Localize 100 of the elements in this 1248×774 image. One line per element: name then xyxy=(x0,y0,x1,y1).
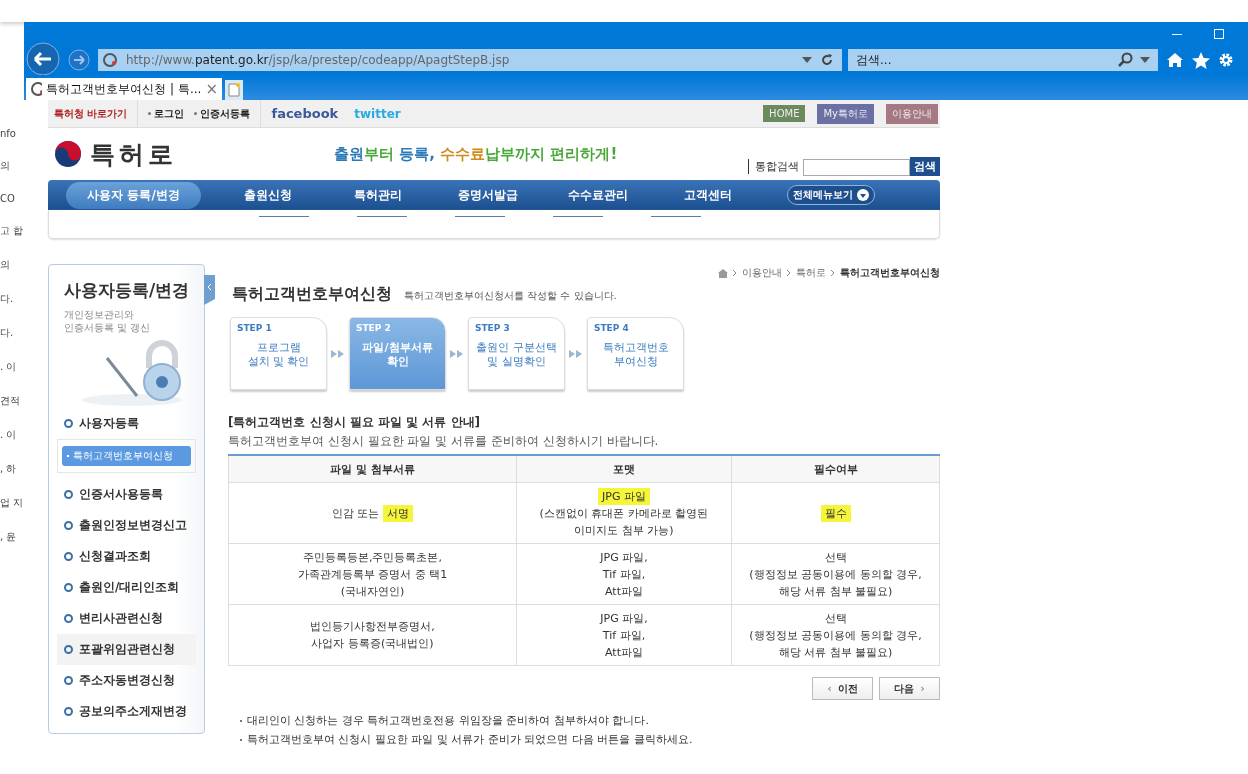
table-cell-text: (행정정보 공동이용에 동의할 경우, xyxy=(748,566,923,583)
table-cell-text: 이미지도 첨부 가능) xyxy=(573,522,675,539)
step-card: STEP 4 특허고객번호 부여신청 xyxy=(587,317,684,390)
top-menu-button[interactable]: My특허로 xyxy=(817,103,874,124)
search-icon[interactable] xyxy=(1118,52,1134,68)
breadcrumb-link[interactable]: 특허고객번호부여신청 xyxy=(840,266,940,280)
table-cell-text: Att파일 xyxy=(604,583,644,600)
top-link[interactable]: 인증서등록 xyxy=(194,106,251,121)
sidebar-title: 사용자등록/변경 xyxy=(64,279,191,302)
slogan: 출원부터 등록, 수수료납부까지 편리하게! xyxy=(334,144,618,164)
table-cell-text: 가족관계등록부 증명서 중 택1 xyxy=(296,566,449,583)
nav-tab[interactable]: 출원신청 xyxy=(213,181,323,209)
background-text: 의 xyxy=(0,159,11,173)
sidebar-item[interactable]: 인증서사용등록 xyxy=(57,479,196,510)
background-text: , 윤 xyxy=(0,530,18,544)
background-text: , 하 xyxy=(0,462,18,476)
sidebar-item[interactable]: 출원인/대리인조회 xyxy=(57,572,196,603)
nav-tab[interactable]: 수수료관리 xyxy=(543,181,653,209)
breadcrumb-link[interactable]: 이용안내 xyxy=(742,266,782,280)
table-cell-text: (행정정보 공동이용에 동의할 경우, xyxy=(748,627,923,644)
social-link[interactable]: facebook xyxy=(271,106,339,121)
all-menu-button[interactable]: 전체메뉴보기 xyxy=(787,185,875,205)
sidebar-item[interactable]: 출원인정보변경신고 xyxy=(57,510,196,541)
sidebar-subtitle: 인증서등록 및 갱신 xyxy=(64,321,152,334)
nav-tab[interactable]: 고객센터 xyxy=(653,181,763,209)
top-link[interactable]: 로그인 xyxy=(148,106,185,121)
settings-icon[interactable] xyxy=(1218,52,1234,68)
table-cell-text: 필수 xyxy=(733,504,938,522)
step-card: STEP 1 프로그램 설치 및 확인 xyxy=(230,317,327,390)
page-subtitle: 특허고객번호부여신청서를 작성할 수 있습니다. xyxy=(404,289,617,303)
next-button[interactable]: 다음 › xyxy=(879,677,940,700)
table-cell-text: 해당 서류 첨부 불필요) xyxy=(777,644,894,661)
chevron-icon xyxy=(732,269,738,277)
previous-button[interactable]: ‹ 이전 xyxy=(812,677,873,700)
note-text: 특허고객번호부여 신청시 필요한 파일 및 서류가 준비가 되었으면 다음 버튼을 클릭하세요. xyxy=(247,732,693,747)
forward-icon[interactable] xyxy=(68,49,90,71)
search-field[interactable]: 검색... xyxy=(848,49,1158,71)
table-cell-text: (국내자연인) xyxy=(339,583,406,600)
background-text: . 이 xyxy=(0,360,18,374)
sidebar-item[interactable]: 공보의주소게재변경 xyxy=(57,696,196,727)
background-text: . 이 xyxy=(0,428,18,442)
table-cell-text: JPG 파일, xyxy=(598,610,649,627)
shortcut-link[interactable]: 특허청 바로가기 xyxy=(54,106,128,121)
background-text: CO xyxy=(0,193,16,204)
note-text: 대리인이 신청하는 경우 특허고객번호전용 위임장을 준비하여 첨부하셔야 합니다. xyxy=(247,713,649,728)
browser-tab[interactable]: 특허고객번호부여신청 | 특... × xyxy=(26,78,222,100)
refresh-icon[interactable] xyxy=(820,53,834,67)
star-icon[interactable] xyxy=(1192,51,1210,69)
double-arrow-icon xyxy=(450,349,464,358)
collapse-tab-icon[interactable] xyxy=(204,275,215,305)
double-arrow-icon xyxy=(569,349,583,358)
section-description: 특허고객번호부여 신청시 필요한 파일 및 서류를 준비하여 신청하시기 바랍니다. xyxy=(228,433,660,450)
background-text: 견적 xyxy=(0,394,21,408)
table-cell-text: 법인등기사항전부증명서, xyxy=(309,619,436,635)
sidebar-item[interactable]: 신청결과조회 xyxy=(57,541,196,572)
section-heading: [특허고객번호 신청시 필요 파일 및 서류 안내] xyxy=(228,414,482,431)
table-cell-text: 주민등록등본,주민등록초본, xyxy=(302,549,443,566)
chevron-down-icon xyxy=(857,189,869,201)
table-cell-text: (스캔없이 휴대폰 카메라로 촬영된 xyxy=(538,505,710,522)
background-text: 다. xyxy=(0,292,15,306)
search-button[interactable]: 검색 xyxy=(910,157,940,176)
table-cell-text: JPG 파일 xyxy=(518,487,730,505)
address-field[interactable]: http://www.patent.go.kr/jsp/ka/prestep/codeapp/ApagtStepB.jsp xyxy=(98,49,842,71)
site-logo[interactable]: 특허로 xyxy=(90,137,177,171)
dropdown-icon[interactable] xyxy=(1140,57,1150,63)
column-header: 파일 및 첨부서류 xyxy=(228,455,517,483)
sidebar-item[interactable]: 포괄위임관련신청 xyxy=(57,634,196,665)
table-cell-text: Att파일 xyxy=(604,644,644,661)
search-field[interactable] xyxy=(803,159,910,176)
nav-tab[interactable]: 증명서발급 xyxy=(433,181,543,209)
home-icon[interactable] xyxy=(1166,52,1184,68)
column-header: 포맷 xyxy=(516,455,732,483)
nav-tab[interactable]: 특허관리 xyxy=(323,181,433,209)
site-icon xyxy=(102,52,118,68)
page-title: 특허고객번호부여신청 xyxy=(232,284,392,305)
step-card: STEP 3 출원인 구분선택 및 실명확인 xyxy=(468,317,565,390)
search-label: 통합검색 xyxy=(748,159,799,174)
sidebar-item[interactable]: 사용자등록 xyxy=(57,408,196,439)
table-cell-text: 선택 xyxy=(823,549,848,566)
table-cell-text: 사업자 등록증(국내법인) xyxy=(310,636,435,652)
chevron-icon xyxy=(830,269,836,277)
sidebar-item[interactable]: 변리사관련신청 xyxy=(57,603,196,634)
table-cell-text: JPG 파일, xyxy=(598,549,649,566)
site-icon xyxy=(30,81,43,97)
table-cell-text: 인감 또는 서명 xyxy=(230,504,515,522)
dropdown-icon[interactable] xyxy=(802,57,812,63)
maximize-icon[interactable] xyxy=(1214,28,1224,39)
close-button[interactable]: × xyxy=(205,80,218,98)
background-text: 다. xyxy=(0,326,15,340)
double-arrow-icon xyxy=(331,349,345,358)
chevron-icon xyxy=(786,269,792,277)
home-icon[interactable] xyxy=(718,268,728,278)
sidebar-item[interactable]: 주소자동변경신청 xyxy=(57,665,196,696)
sidebar-subtitle: 개인정보관리와 xyxy=(64,308,135,321)
breadcrumb-link[interactable]: 특허로 xyxy=(796,266,826,280)
table-cell-text: 선택 xyxy=(823,610,848,627)
background-text: nfo xyxy=(0,128,17,139)
back-icon[interactable] xyxy=(26,42,60,76)
table-cell-text: Tif 파일, xyxy=(601,627,647,644)
background-text: 고 합 xyxy=(0,224,24,238)
